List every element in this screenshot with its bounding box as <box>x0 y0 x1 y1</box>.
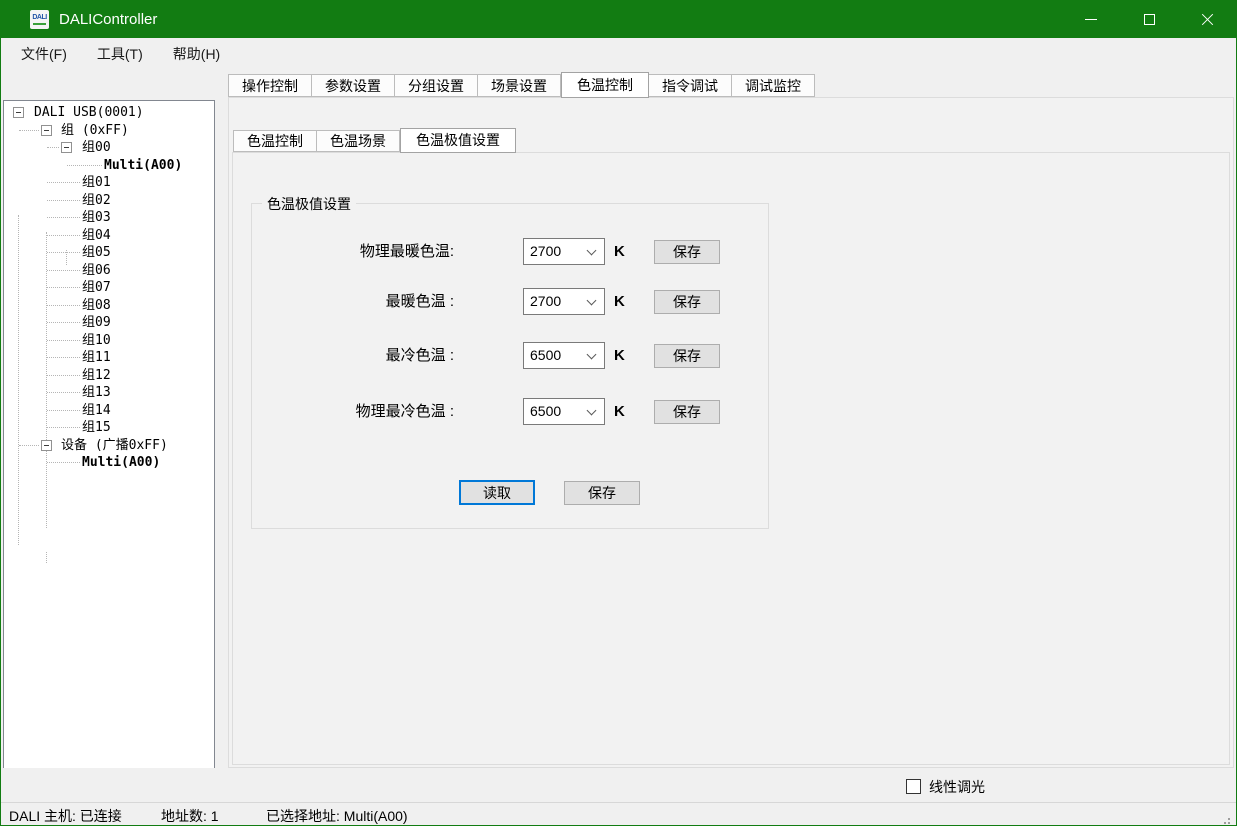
app-logo-text: DALI <box>32 14 46 22</box>
physical-coolest-label: 物理最冷色温 : <box>252 398 454 425</box>
chevron-down-icon <box>587 246 597 256</box>
physical-coolest-row: 物理最冷色温 : 6500 K 保存 <box>252 398 768 425</box>
menu-tools[interactable]: 工具(T) <box>87 39 153 69</box>
tree-node-group08[interactable]: 组08 <box>4 297 214 315</box>
coolest-combobox[interactable]: 6500 <box>523 342 605 369</box>
sub-tab-strip: 色温控制 色温场景 色温极值设置 <box>233 130 516 152</box>
warmest-row: 最暖色温 : 2700 K 保存 <box>252 288 768 315</box>
chevron-down-icon <box>587 406 597 416</box>
color-temp-extremes-groupbox: 色温极值设置 物理最暖色温: 2700 K 保存 最暖色温 : 2700 K 保… <box>251 203 769 529</box>
tab-debug-monitor[interactable]: 调试监控 <box>732 74 815 97</box>
collapse-icon[interactable] <box>41 440 52 451</box>
tab-grouping-settings[interactable]: 分组设置 <box>395 74 478 97</box>
tab-scene-settings[interactable]: 场景设置 <box>478 74 561 97</box>
tree-node-group13[interactable]: 组13 <box>4 384 214 402</box>
save-coolest-button[interactable]: 保存 <box>654 344 720 368</box>
physical-warmest-label: 物理最暖色温: <box>252 238 454 265</box>
tree-node-group09[interactable]: 组09 <box>4 314 214 332</box>
collapse-icon[interactable] <box>13 107 24 118</box>
groupbox-title: 色温极值设置 <box>262 194 356 214</box>
app-logo-underline <box>33 23 46 25</box>
tree-node-group07[interactable]: 组07 <box>4 279 214 297</box>
warmest-label: 最暖色温 : <box>252 288 454 315</box>
minimize-button[interactable] <box>1062 1 1120 38</box>
save-physical-warmest-button[interactable]: 保存 <box>654 240 720 264</box>
minimize-icon <box>1085 19 1097 20</box>
tree-node-dali-usb[interactable]: DALI USB(0001) <box>4 104 214 122</box>
tree-node-group10[interactable]: 组10 <box>4 332 214 350</box>
coolest-label: 最冷色温 : <box>252 342 454 369</box>
status-selected-address: 已选择地址: Multi(A00) <box>266 806 408 826</box>
footer-strip: 线性调光 <box>1 768 1236 802</box>
subtab-color-temp-extremes[interactable]: 色温极值设置 <box>400 128 516 153</box>
tree-node-group01[interactable]: 组01 <box>4 174 214 192</box>
tree-node-group03[interactable]: 组03 <box>4 209 214 227</box>
app-window: DALI DALIController 文件(F) 工具(T) 帮助(H) DA… <box>0 0 1237 826</box>
tree-node-group15[interactable]: 组15 <box>4 419 214 437</box>
resize-grip[interactable] <box>1228 818 1230 820</box>
tree-node-group04[interactable]: 组04 <box>4 227 214 245</box>
title-bar: DALI DALIController <box>1 1 1236 38</box>
tab-command-debug[interactable]: 指令调试 <box>649 74 732 97</box>
maximize-icon <box>1144 14 1155 25</box>
kelvin-unit-label: K <box>614 342 625 369</box>
tree-node-group02[interactable]: 组02 <box>4 192 214 210</box>
chevron-down-icon <box>587 296 597 306</box>
tree-node-group12[interactable]: 组12 <box>4 367 214 385</box>
tree-node-group05[interactable]: 组05 <box>4 244 214 262</box>
menu-file[interactable]: 文件(F) <box>11 39 77 69</box>
tree-node-group11[interactable]: 组11 <box>4 349 214 367</box>
kelvin-unit-label: K <box>614 288 625 315</box>
subtab-color-temp-control[interactable]: 色温控制 <box>233 130 317 152</box>
save-physical-coolest-button[interactable]: 保存 <box>654 400 720 424</box>
subtab-color-temp-scene[interactable]: 色温场景 <box>317 130 400 152</box>
status-address-count: 地址数: 1 <box>161 806 219 826</box>
collapse-icon[interactable] <box>61 142 72 153</box>
tab-parameter-settings[interactable]: 参数设置 <box>312 74 395 97</box>
tab-color-temp-control[interactable]: 色温控制 <box>561 72 649 98</box>
kelvin-unit-label: K <box>614 238 625 265</box>
color-temp-extremes-page: 色温极值设置 物理最暖色温: 2700 K 保存 最暖色温 : 2700 K 保… <box>232 152 1230 765</box>
read-button[interactable]: 读取 <box>459 480 535 505</box>
tab-operation-control[interactable]: 操作控制 <box>228 74 312 97</box>
tree-node-group00[interactable]: 组00 <box>4 139 214 157</box>
physical-warmest-row: 物理最暖色温: 2700 K 保存 <box>252 238 768 265</box>
menu-bar: 文件(F) 工具(T) 帮助(H) <box>1 38 1236 70</box>
close-icon <box>1201 13 1214 26</box>
window-title: DALIController <box>59 11 157 28</box>
tree-node-group06[interactable]: 组06 <box>4 262 214 280</box>
linear-dimming-checkbox[interactable] <box>906 779 921 794</box>
close-button[interactable] <box>1178 1 1236 38</box>
physical-coolest-combobox[interactable]: 6500 <box>523 398 605 425</box>
chevron-down-icon <box>587 350 597 360</box>
tree-guide-line <box>46 552 47 563</box>
tree-node-device-broadcast[interactable]: 设备 (广播0xFF) <box>4 437 214 455</box>
status-host-connection: DALI 主机: 已连接 <box>9 806 122 826</box>
collapse-icon[interactable] <box>41 125 52 136</box>
status-bar: DALI 主机: 已连接 地址数: 1 已选择地址: Multi(A00) <box>1 802 1236 825</box>
kelvin-unit-label: K <box>614 398 625 425</box>
coolest-row: 最冷色温 : 6500 K 保存 <box>252 342 768 369</box>
app-icon: DALI <box>30 10 49 29</box>
save-all-button[interactable]: 保存 <box>564 481 640 505</box>
physical-warmest-combobox[interactable]: 2700 <box>523 238 605 265</box>
warmest-combobox[interactable]: 2700 <box>523 288 605 315</box>
tree-node-multi-a00-device[interactable]: Multi(A00) <box>4 454 214 472</box>
menu-help[interactable]: 帮助(H) <box>163 39 230 69</box>
window-controls <box>1062 1 1236 38</box>
device-tree: DALI USB(0001) 组 (0xFF) 组00 Multi(A00) 组… <box>3 100 215 771</box>
tree-node-group-0xff[interactable]: 组 (0xFF) <box>4 122 214 140</box>
tree-node-multi-a00[interactable]: Multi(A00) <box>4 157 214 175</box>
main-tab-strip: 操作控制 参数设置 分组设置 场景设置 色温控制 指令调试 调试监控 <box>228 74 815 97</box>
tree-node-group14[interactable]: 组14 <box>4 402 214 420</box>
save-warmest-button[interactable]: 保存 <box>654 290 720 314</box>
maximize-button[interactable] <box>1120 1 1178 38</box>
linear-dimming-label: 线性调光 <box>929 777 985 797</box>
